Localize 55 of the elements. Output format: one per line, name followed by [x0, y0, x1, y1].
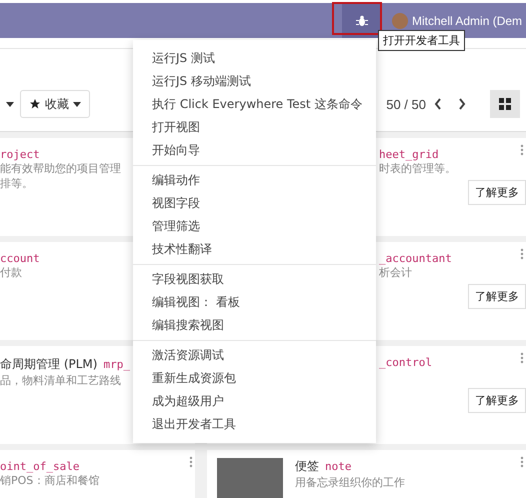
module-name: mrp_: [103, 358, 130, 371]
menu-item[interactable]: 编辑动作: [133, 169, 376, 192]
menu-item[interactable]: 运行JS 移动端测试: [133, 70, 376, 93]
menu-item[interactable]: 重新生成资源包: [133, 367, 376, 390]
module-name: oint_of_sale: [0, 460, 80, 473]
menu-item[interactable]: 成为超级用户: [133, 390, 376, 413]
app-description: 付款: [0, 265, 22, 280]
module-name: _control: [379, 356, 432, 369]
caret-icon: [73, 102, 81, 106]
star-icon: [29, 98, 41, 110]
app-description: 时表的管理等。: [379, 161, 456, 176]
module-name: heet_grid: [379, 148, 439, 161]
app-description: 销POS：商店和餐馆: [0, 473, 100, 488]
kebab-icon[interactable]: [520, 144, 524, 156]
app-title: 命周期管理 (PLM): [0, 356, 98, 373]
module-name: roject: [0, 148, 40, 161]
module-name: ccount: [0, 252, 40, 265]
learn-more-button[interactable]: 了解更多: [468, 284, 526, 309]
menu-item[interactable]: 技术性翻译: [133, 238, 376, 261]
favorites-button[interactable]: 收藏: [20, 90, 90, 118]
menu-item[interactable]: 打开视图: [133, 116, 376, 139]
kanban-view-button[interactable]: [490, 90, 520, 118]
app-description: 用备忘录组织你的工作: [295, 475, 405, 490]
kebab-icon[interactable]: [520, 456, 524, 468]
learn-more-button[interactable]: 了解更多: [468, 180, 526, 205]
menu-item[interactable]: 执行 Click Everywhere Test 这条命令: [133, 93, 376, 116]
app-description: 品，物料清单和工艺路线: [0, 373, 121, 388]
kebab-icon[interactable]: [189, 456, 193, 468]
menu-item[interactable]: 开始向导: [133, 139, 376, 162]
app-description: 排等。: [0, 176, 33, 191]
menu-item[interactable]: 运行JS 测试: [133, 47, 376, 70]
caret-icon[interactable]: [6, 102, 14, 106]
grid-icon: [499, 98, 511, 110]
menu-item[interactable]: 编辑视图： 看板: [133, 291, 376, 314]
menu-item[interactable]: 激活资源调试: [133, 344, 376, 367]
menu-item[interactable]: 管理筛选: [133, 215, 376, 238]
user-name[interactable]: Mitchell Admin (Dem: [412, 14, 522, 28]
menu-item[interactable]: 视图字段: [133, 192, 376, 215]
learn-more-button[interactable]: 了解更多: [468, 388, 526, 413]
app-description: 能有效帮助您的项目管理: [0, 161, 121, 176]
bug-icon: [356, 14, 368, 26]
highlight-frame: [332, 2, 382, 35]
menu-item[interactable]: 字段视图获取: [133, 268, 376, 291]
chevron-right-icon: [458, 98, 466, 110]
app-title: 便签: [295, 458, 319, 475]
tooltip: 打开开发者工具: [378, 30, 465, 51]
chevron-left-icon: [434, 98, 442, 110]
menu-item[interactable]: 退出开发者工具: [133, 413, 376, 436]
menu-item[interactable]: 编辑搜索视图: [133, 314, 376, 337]
kebab-icon[interactable]: [520, 248, 524, 260]
pager-value: 50 / 50: [386, 96, 426, 112]
module-name: note: [325, 460, 352, 473]
module-name: _accountant: [379, 252, 452, 265]
app-description: 析会计: [379, 265, 412, 280]
kebab-icon[interactable]: [520, 352, 524, 364]
